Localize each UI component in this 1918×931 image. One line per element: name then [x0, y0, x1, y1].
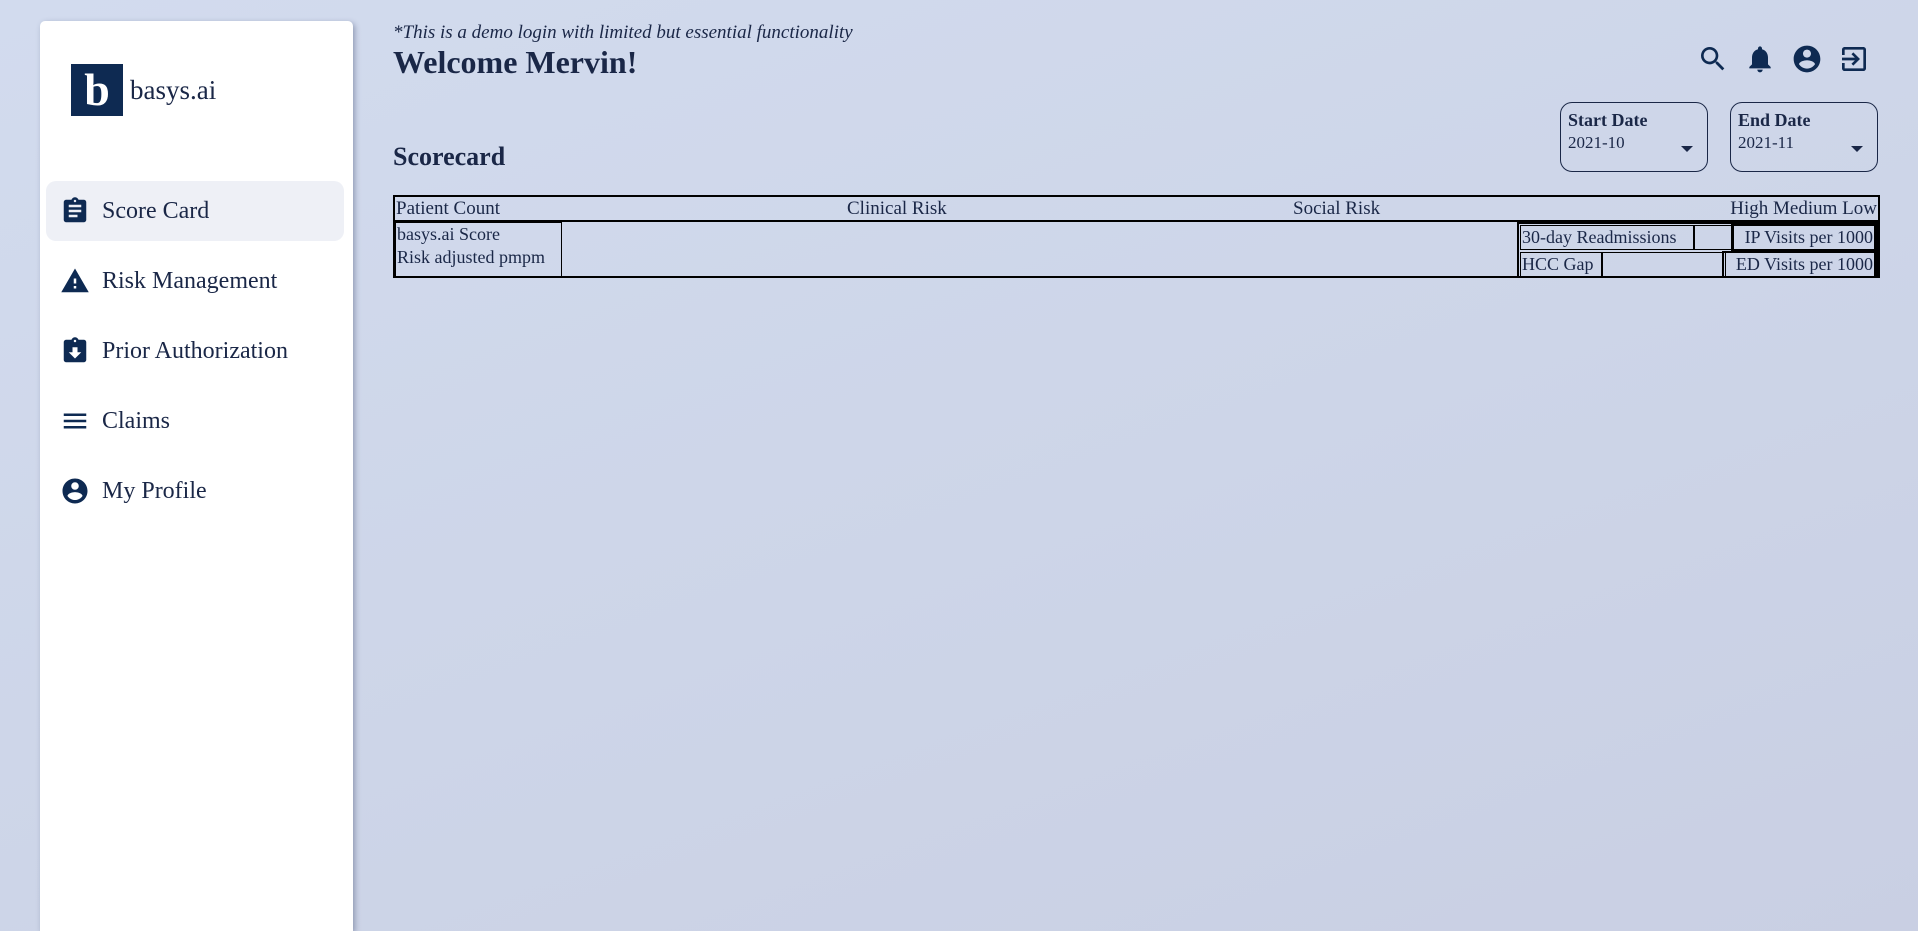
logout-icon[interactable]: [1837, 42, 1871, 76]
start-date-select[interactable]: Start Date 2021-10: [1560, 102, 1708, 172]
sidebar-item-risk-management[interactable]: Risk Management: [46, 251, 344, 311]
sidebar-nav: Score Card Risk Management Prior Authori…: [46, 181, 344, 531]
page-title: Welcome Mervin!: [393, 44, 638, 80]
demo-note: *This is a demo login with limited but e…: [393, 22, 853, 43]
menu-lines-icon: [60, 406, 90, 436]
risk-levels-header: High Medium Low: [1730, 198, 1877, 219]
readmissions-value-cell: [1694, 225, 1734, 250]
end-date-label: End Date: [1738, 110, 1811, 130]
caret-down-icon: [1681, 146, 1693, 152]
hcc-gap-cell: HCC Gap: [1520, 252, 1602, 277]
sidebar-item-label: Score Card: [102, 197, 210, 224]
top-toolbar: [1696, 42, 1871, 76]
section-title: Scorecard: [393, 142, 506, 171]
search-icon[interactable]: [1696, 42, 1730, 76]
logo-mark: b: [71, 64, 123, 116]
sidebar-item-label: Prior Authorization: [102, 337, 288, 364]
scorecard-table: Patient Count Clinical Risk Social Risk …: [393, 195, 1880, 278]
brand-name: basys.ai: [130, 74, 217, 105]
sidebar-item-my-profile[interactable]: My Profile: [46, 461, 344, 521]
bell-icon[interactable]: [1743, 42, 1777, 76]
ip-visits-cell: IP Visits per 1000: [1731, 224, 1876, 251]
warning-icon: [60, 266, 90, 296]
left-score-cell: basys.ai Score Risk adjusted pmpm: [395, 222, 562, 277]
social-risk-header: Social Risk: [1293, 198, 1381, 219]
caret-down-icon: [1851, 146, 1863, 152]
sidebar-item-label: My Profile: [102, 477, 207, 504]
sidebar-item-score-card[interactable]: Score Card: [46, 181, 344, 241]
account-circle-icon: [60, 476, 90, 506]
clinical-risk-header: Clinical Risk: [847, 198, 947, 219]
account-circle-icon[interactable]: [1790, 42, 1824, 76]
end-date-select[interactable]: End Date 2021-11: [1730, 102, 1878, 172]
sidebar-item-label: Risk Management: [102, 267, 278, 294]
hcc-gap-value-cell: [1602, 252, 1726, 277]
ed-visits-cell: ED Visits per 1000: [1722, 251, 1876, 278]
sidebar-item-prior-authorization[interactable]: Prior Authorization: [46, 321, 344, 381]
sidebar: b basys.ai Score Card Risk Management Pr…: [40, 21, 353, 931]
basys-score-label: basys.ai Score: [397, 224, 500, 244]
clipboard-download-icon: [60, 336, 90, 366]
start-date-label: Start Date: [1568, 110, 1648, 130]
sidebar-item-label: Claims: [102, 407, 171, 434]
clipboard-icon: [60, 196, 90, 226]
risk-adjusted-pmpm-label: Risk adjusted pmpm: [397, 247, 545, 267]
right-metrics-block: 30-day Readmissions IP Visits per 1000 H…: [1517, 222, 1878, 278]
patient-count-header: Patient Count: [396, 198, 500, 219]
brand-logo[interactable]: b basys.ai: [71, 64, 216, 116]
readmissions-cell: 30-day Readmissions: [1520, 225, 1694, 250]
scorecard-header-row: Patient Count Clinical Risk Social Risk …: [395, 197, 1878, 222]
sidebar-item-claims[interactable]: Claims: [46, 391, 344, 451]
